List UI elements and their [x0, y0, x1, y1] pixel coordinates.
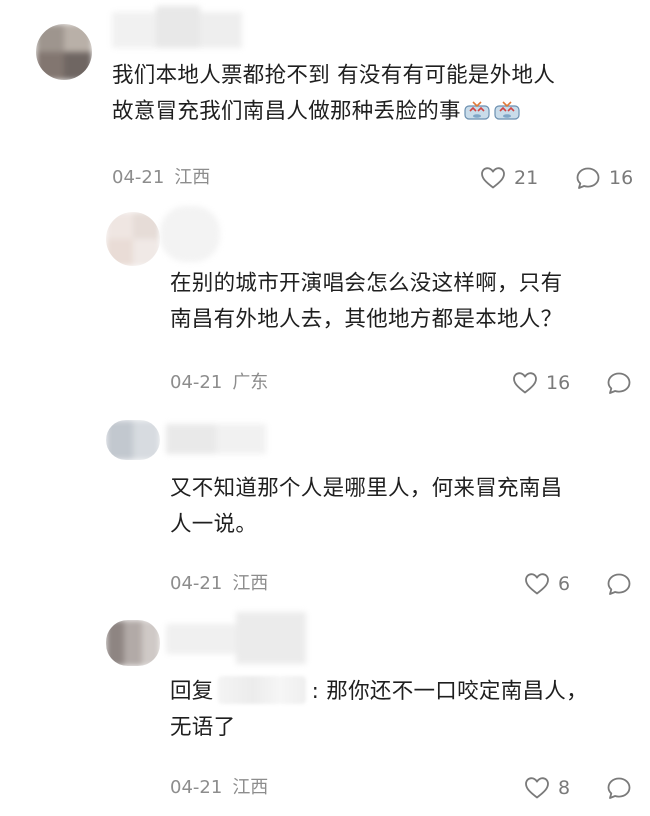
like-count: 6	[558, 573, 571, 595]
like-count: 21	[514, 167, 539, 189]
reply-button[interactable]: 16	[575, 166, 633, 190]
comment-line: 南昌有外地人去，其他地方都是本地人？	[170, 307, 563, 332]
comment-bubble-icon	[607, 372, 631, 394]
username-blurred[interactable]	[160, 206, 220, 262]
like-count: 16	[546, 372, 571, 394]
like-button[interactable]: 6	[524, 572, 570, 596]
comment-line: 故意冒充我们南昌人做那种丢脸的事	[112, 94, 632, 134]
comment-line: 我们本地人票都抢不到 有没有有可能是外地人	[112, 63, 556, 88]
comment-location: 江西	[232, 573, 269, 594]
comment-bubble-icon	[607, 777, 631, 799]
reply-button[interactable]	[606, 572, 632, 596]
crying-face-emoji-icon	[463, 98, 491, 134]
avatar[interactable]	[36, 24, 92, 80]
comment-line: 回复: 那你还不一口咬定南昌人，	[170, 674, 630, 710]
comment-text: 回复: 那你还不一口咬定南昌人， 无语了	[170, 674, 630, 746]
heart-icon	[481, 167, 505, 189]
like-button[interactable]: 8	[524, 776, 570, 800]
comment-line: 在别的城市开演唱会怎么没这样啊，只有	[170, 271, 563, 296]
comment-bubble-icon	[607, 573, 631, 595]
comment-line: 无语了	[170, 715, 236, 740]
avatar[interactable]	[106, 212, 160, 266]
username-blurred[interactable]	[166, 424, 266, 454]
comment-location: 江西	[174, 167, 211, 188]
comment-meta: 04-21 江西	[170, 574, 268, 594]
comment-line: 人一说。	[170, 512, 258, 537]
like-button[interactable]: 21	[480, 166, 538, 190]
comment-location: 江西	[232, 777, 269, 798]
reply-button[interactable]	[606, 371, 632, 395]
comment-meta: 04-21 江西	[170, 778, 268, 798]
username-blurred[interactable]	[166, 612, 306, 664]
reply-prefix: 回复	[170, 679, 214, 704]
comment-text: 我们本地人票都抢不到 有没有有可能是外地人 故意冒充我们南昌人做那种丢脸的事	[112, 58, 632, 134]
heart-icon	[525, 573, 549, 595]
comment-date: 04-21	[112, 167, 165, 188]
comment-text: 又不知道那个人是哪里人，何来冒充南昌 人一说。	[170, 471, 630, 543]
comment-meta: 04-21 广东	[170, 373, 268, 393]
reply-count: 16	[609, 167, 634, 189]
comment-date: 04-21	[170, 372, 223, 393]
comment-bubble-icon	[576, 167, 600, 189]
reply-target-username-blurred[interactable]	[217, 676, 306, 704]
username-blurred[interactable]	[112, 6, 242, 52]
avatar[interactable]	[106, 620, 160, 666]
avatar[interactable]	[106, 420, 160, 460]
like-button[interactable]: 16	[512, 371, 570, 395]
heart-icon	[513, 372, 537, 394]
heart-icon	[525, 777, 549, 799]
comment-location: 广东	[232, 372, 269, 393]
comment-date: 04-21	[170, 777, 223, 798]
comment-text: 在别的城市开演唱会怎么没这样啊，只有 南昌有外地人去，其他地方都是本地人？	[170, 266, 630, 338]
comment-meta: 04-21 江西	[112, 168, 210, 188]
reply-button[interactable]	[606, 776, 632, 800]
like-count: 8	[558, 777, 571, 799]
comment-line: 又不知道那个人是哪里人，何来冒充南昌	[170, 476, 563, 501]
crying-face-emoji-icon	[493, 98, 521, 134]
comment-date: 04-21	[170, 573, 223, 594]
